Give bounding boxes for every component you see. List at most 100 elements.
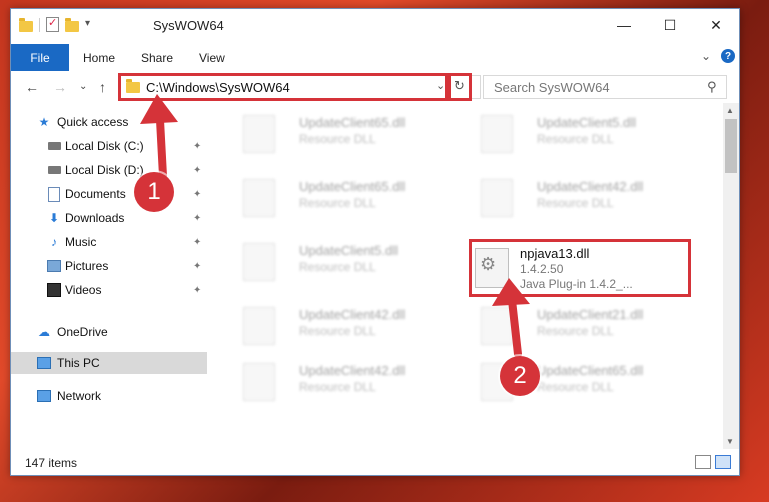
sidebar-item-label: Network	[57, 389, 102, 403]
sidebar-item-videos[interactable]: Videos ✦	[11, 279, 207, 301]
file-item[interactable]: UpdateClient65.dll Resource DLL	[227, 109, 447, 159]
file-name: UpdateClient42.dll	[299, 307, 406, 322]
customize-toolbar-icon[interactable]: ▾	[85, 18, 99, 32]
callout-step-1: 1	[134, 172, 174, 212]
downloads-icon: ⬇	[48, 211, 60, 225]
pin-icon[interactable]: ✦	[193, 285, 201, 296]
scrollbar-thumb[interactable]	[725, 119, 737, 173]
quick-access-toolbar: ▾	[19, 16, 99, 32]
file-name: UpdateClient42.dll	[299, 363, 406, 378]
dll-file-icon	[481, 115, 513, 153]
file-description: Resource DLL	[299, 324, 376, 338]
sidebar-item-pictures[interactable]: Pictures ✦	[11, 255, 207, 277]
file-item[interactable]: UpdateClient42.dll Resource DLL	[227, 301, 447, 351]
sidebar-item-this-pc[interactable]: This PC	[11, 352, 207, 374]
pin-icon[interactable]: ✦	[193, 261, 201, 272]
file-description: Resource DLL	[537, 324, 614, 338]
search-placeholder: Search SysWOW64	[494, 80, 610, 95]
tab-file[interactable]: File	[11, 44, 69, 71]
sidebar-item-music[interactable]: ♪ Music ✦	[11, 231, 207, 253]
tiles-view-icon[interactable]	[715, 455, 731, 469]
sidebar-item-network[interactable]: Network	[11, 385, 207, 407]
dll-file-icon	[481, 179, 513, 217]
minimize-button[interactable]: —	[601, 9, 647, 41]
separator	[39, 17, 40, 32]
sidebar-item-downloads[interactable]: ⬇ Downloads ✦	[11, 207, 207, 229]
dll-file-icon	[243, 307, 275, 345]
pictures-icon	[47, 259, 61, 273]
search-icon[interactable]: ⚲	[707, 79, 717, 95]
file-item[interactable]: UpdateClient65.dll Resource DLL	[227, 173, 447, 223]
scroll-down-icon[interactable]: ▼	[726, 437, 734, 446]
item-count: 147 items	[25, 456, 78, 470]
documents-icon	[47, 186, 61, 202]
sidebar-item-documents[interactable]: Documents ✦	[11, 183, 207, 205]
dll-file-icon	[243, 243, 275, 281]
sidebar-item-local-disk-d[interactable]: Local Disk (D:) ✦	[11, 159, 207, 181]
navigation-bar: ← → ⌄ ↑ C:\Windows\SysWOW64 ⌄ ↻ Search S…	[11, 71, 739, 103]
status-bar: 147 items	[11, 449, 739, 475]
file-explorer-window: ▾ SysWOW64 — ☐ ✕ File Home Share View ⌄ …	[10, 8, 740, 476]
file-description: Resource DLL	[299, 260, 376, 274]
sidebar-item-label: This PC	[57, 356, 100, 370]
pin-icon[interactable]: ✦	[193, 141, 201, 152]
title-bar: ▾ SysWOW64 — ☐ ✕	[11, 9, 739, 41]
sidebar-item-label: OneDrive	[57, 325, 108, 339]
pin-icon[interactable]: ✦	[193, 213, 201, 224]
file-item[interactable]: UpdateClient21.dll Resource DLL	[465, 301, 685, 351]
file-item[interactable]: UpdateClient65.dll Resource DLL	[465, 357, 685, 407]
ribbon-controls: ⌄ ?	[701, 49, 735, 63]
gear-icon: ⚙	[480, 254, 497, 274]
sidebar-item-label: Videos	[65, 283, 102, 297]
recent-locations-icon[interactable]: ⌄	[79, 81, 87, 92]
maximize-button[interactable]: ☐	[647, 9, 693, 41]
file-name: UpdateClient42.dll	[537, 179, 644, 194]
file-item[interactable]: UpdateClient42.dll Resource DLL	[227, 357, 447, 407]
pin-icon[interactable]: ✦	[193, 165, 201, 176]
callout-step-2: 2	[500, 356, 540, 396]
window-title: SysWOW64	[153, 18, 224, 33]
sidebar-item-onedrive[interactable]: ☁ OneDrive	[11, 321, 207, 343]
sidebar-item-label: Music	[65, 235, 97, 249]
sidebar-item-label: Documents	[65, 187, 126, 201]
tab-home[interactable]: Home	[83, 51, 115, 65]
sidebar-item-quick-access[interactable]: ★ Quick access	[11, 111, 207, 133]
help-icon[interactable]: ?	[721, 49, 735, 63]
onedrive-icon: ☁	[38, 325, 50, 339]
vertical-scrollbar[interactable]: ▲ ▼	[723, 103, 739, 449]
file-list: UpdateClient65.dll Resource DLL UpdateCl…	[207, 103, 723, 449]
file-item[interactable]: UpdateClient5.dll Resource DLL	[227, 237, 447, 287]
file-name: UpdateClient5.dll	[537, 115, 637, 130]
drive-icon	[47, 163, 61, 177]
sidebar-item-label: Local Disk (C:)	[65, 139, 144, 153]
view-toggle	[695, 455, 731, 469]
file-item[interactable]: UpdateClient42.dll Resource DLL	[465, 173, 685, 223]
network-icon	[37, 389, 51, 403]
close-button[interactable]: ✕	[693, 9, 739, 41]
file-item[interactable]: UpdateClient5.dll Resource DLL	[465, 109, 685, 159]
up-icon[interactable]: ↑	[99, 79, 106, 95]
tab-view[interactable]: View	[199, 51, 225, 65]
dll-file-icon	[481, 307, 513, 345]
file-description: Resource DLL	[299, 132, 376, 146]
back-icon[interactable]: ←	[25, 79, 39, 95]
file-description: Resource DLL	[537, 196, 614, 210]
sidebar-item-label: Quick access	[57, 115, 129, 129]
file-description: Java Plug-in 1.4.2_...	[520, 277, 633, 291]
forward-icon[interactable]: →	[53, 79, 67, 95]
properties-icon[interactable]	[46, 16, 59, 32]
file-name: UpdateClient21.dll	[537, 307, 644, 322]
sidebar-item-local-disk-c[interactable]: Local Disk (C:) ✦	[11, 135, 207, 157]
sidebar-item-label: Local Disk (D:)	[65, 163, 144, 177]
scroll-up-icon[interactable]: ▲	[726, 106, 734, 115]
dll-file-icon	[243, 363, 275, 401]
pin-icon[interactable]: ✦	[193, 237, 201, 248]
address-highlight-box	[118, 73, 448, 101]
new-folder-icon[interactable]	[65, 17, 79, 32]
file-name: UpdateClient5.dll	[299, 243, 399, 258]
tab-share[interactable]: Share	[141, 51, 173, 65]
pin-icon[interactable]: ✦	[193, 189, 201, 200]
details-view-icon[interactable]	[695, 455, 711, 469]
target-file-npjava13[interactable]: ⚙ npjava13.dll 1.4.2.50 Java Plug-in 1.4…	[469, 239, 691, 297]
expand-ribbon-icon[interactable]: ⌄	[701, 49, 711, 63]
